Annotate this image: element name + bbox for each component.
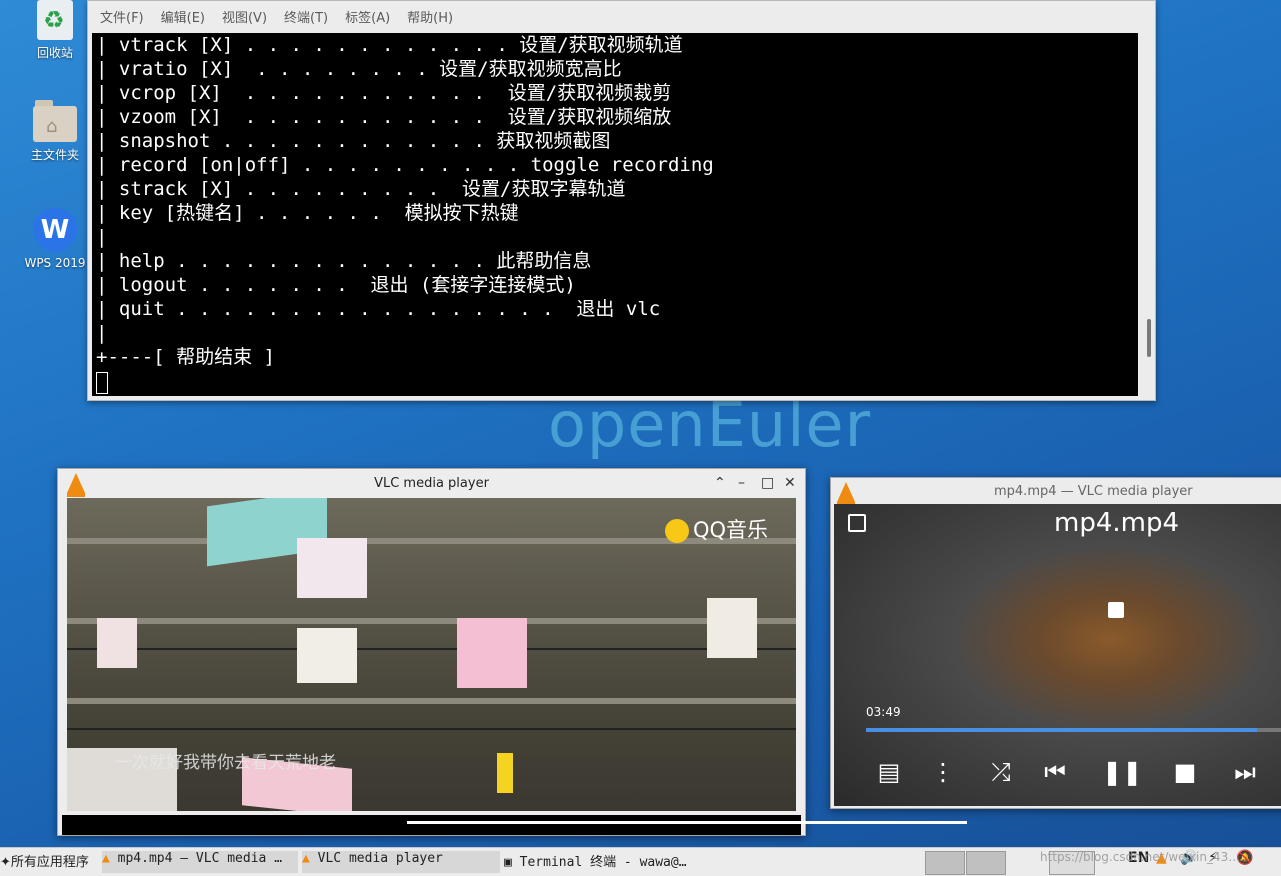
pause-icon[interactable]: ❚❚: [1102, 758, 1142, 786]
desktop-icon-label: 回收站: [36, 46, 73, 60]
vlc-fullscreen-window[interactable]: mp4.mp4 — VLC media player mp4.mp4 03:49…: [830, 477, 1281, 809]
terminal-window[interactable]: 文件(F) 编辑(E) 视图(V) 终端(T) 标签(A) 帮助(H) | vt…: [87, 0, 1156, 401]
vlc-control-strip: [62, 815, 801, 835]
task-vlc-fullscreen[interactable]: ▲ mp4.mp4 — VLC media …: [102, 851, 298, 873]
video-subtitle: 一次就好我带你去看天荒地老: [115, 753, 336, 773]
shuffle-icon[interactable]: ⤮: [986, 758, 1016, 786]
recycle-bin-icon: [37, 0, 73, 40]
home-folder-icon: ⌂: [33, 100, 77, 142]
start-menu-icon: ✦: [0, 855, 11, 870]
menu-view[interactable]: 视图(V): [222, 7, 267, 31]
start-menu-label: 所有应用程序: [10, 855, 89, 870]
desktop-icon-trash[interactable]: 回收站: [15, 0, 95, 61]
terminal-text: | vtrack [X] . . . . . . . . . . . . 设置/…: [96, 34, 714, 368]
workspace-1[interactable]: [925, 851, 965, 875]
workspace-2[interactable]: [966, 851, 1006, 875]
qq-music-text: QQ音乐: [692, 518, 768, 542]
desktop-icon-home[interactable]: ⌂ 主文件夹: [15, 100, 95, 163]
task-vlc-player[interactable]: ▲ VLC media player: [302, 851, 500, 873]
next-icon[interactable]: ⏭: [1230, 758, 1260, 786]
wps-logo-icon: W: [33, 208, 77, 252]
vlc-cone-icon: ▲: [102, 851, 110, 866]
menu-file[interactable]: 文件(F): [100, 7, 144, 31]
video-frame[interactable]: mp4.mp4 03:49 ▤ ⋮ ⤮ ⏮ ❚❚ ■ ⏭: [834, 504, 1281, 806]
qq-music-watermark: QQ音乐: [664, 514, 768, 544]
menu-terminal[interactable]: 终端(T): [284, 7, 328, 31]
desktop-icon-wps[interactable]: W WPS 2019: [15, 208, 95, 270]
close-icon[interactable]: ✕: [784, 475, 796, 491]
desktop-icon-label: 主文件夹: [30, 148, 79, 162]
menu-tabs[interactable]: 标签(A): [345, 7, 390, 31]
desktop-icon-label: WPS 2019: [24, 256, 86, 270]
stop-icon[interactable]: ■: [1170, 758, 1200, 786]
minimize-icon[interactable]: –: [738, 475, 745, 491]
task-label: VLC media player: [317, 851, 443, 866]
vlc-cone-icon: [837, 482, 855, 506]
more-options-icon[interactable]: ⋮: [928, 758, 958, 786]
qq-music-logo-icon: [664, 519, 689, 543]
url-watermark: https://blog.csdn.net/weixin_43…: [1040, 850, 1241, 864]
terminal-icon: ▣: [504, 855, 512, 870]
menu-edit[interactable]: 编辑(E): [161, 7, 205, 31]
vlc-cone-icon: ▲: [302, 851, 310, 866]
window-title: VLC media player: [374, 476, 489, 491]
exit-fullscreen-icon[interactable]: [848, 514, 866, 532]
terminal-menubar: 文件(F) 编辑(E) 视图(V) 终端(T) 标签(A) 帮助(H): [88, 7, 470, 31]
elapsed-time: 03:49: [866, 705, 901, 719]
vlc-progress-line[interactable]: [407, 821, 967, 824]
terminal-scrollbar[interactable]: [1147, 319, 1151, 357]
seek-bar-fill: [866, 728, 1257, 732]
video-frame[interactable]: QQ音乐 一次就好我带你去看天荒地老: [67, 498, 796, 811]
vlc-player-window[interactable]: VLC media player ⌃ – □ ✕ QQ音乐 一次就好我带你去看天…: [57, 468, 806, 836]
window-title: mp4.mp4 — VLC media player: [994, 484, 1193, 499]
task-label: Terminal 终端 - wawa@…: [519, 855, 687, 870]
task-label: mp4.mp4 — VLC media …: [117, 851, 283, 866]
maximize-icon[interactable]: □: [761, 475, 774, 491]
terminal-cursor: [96, 372, 108, 394]
seek-bar[interactable]: [866, 728, 1281, 732]
chevron-up-icon[interactable]: ⌃: [714, 475, 726, 491]
media-filename: mp4.mp4: [1054, 508, 1180, 538]
start-menu-button[interactable]: ✦所有应用程序: [0, 851, 98, 873]
vlc-small-icon: [1108, 602, 1124, 618]
previous-icon[interactable]: ⏮: [1040, 758, 1070, 786]
task-terminal[interactable]: ▣ Terminal 终端 - wawa@…: [504, 851, 700, 873]
subtitle-icon[interactable]: ▤: [874, 758, 904, 786]
vlc-titlebar[interactable]: VLC media player ⌃ – □ ✕: [58, 469, 805, 497]
terminal-output[interactable]: | vtrack [X] . . . . . . . . . . . . 设置/…: [92, 33, 1138, 396]
menu-help[interactable]: 帮助(H): [407, 7, 453, 31]
